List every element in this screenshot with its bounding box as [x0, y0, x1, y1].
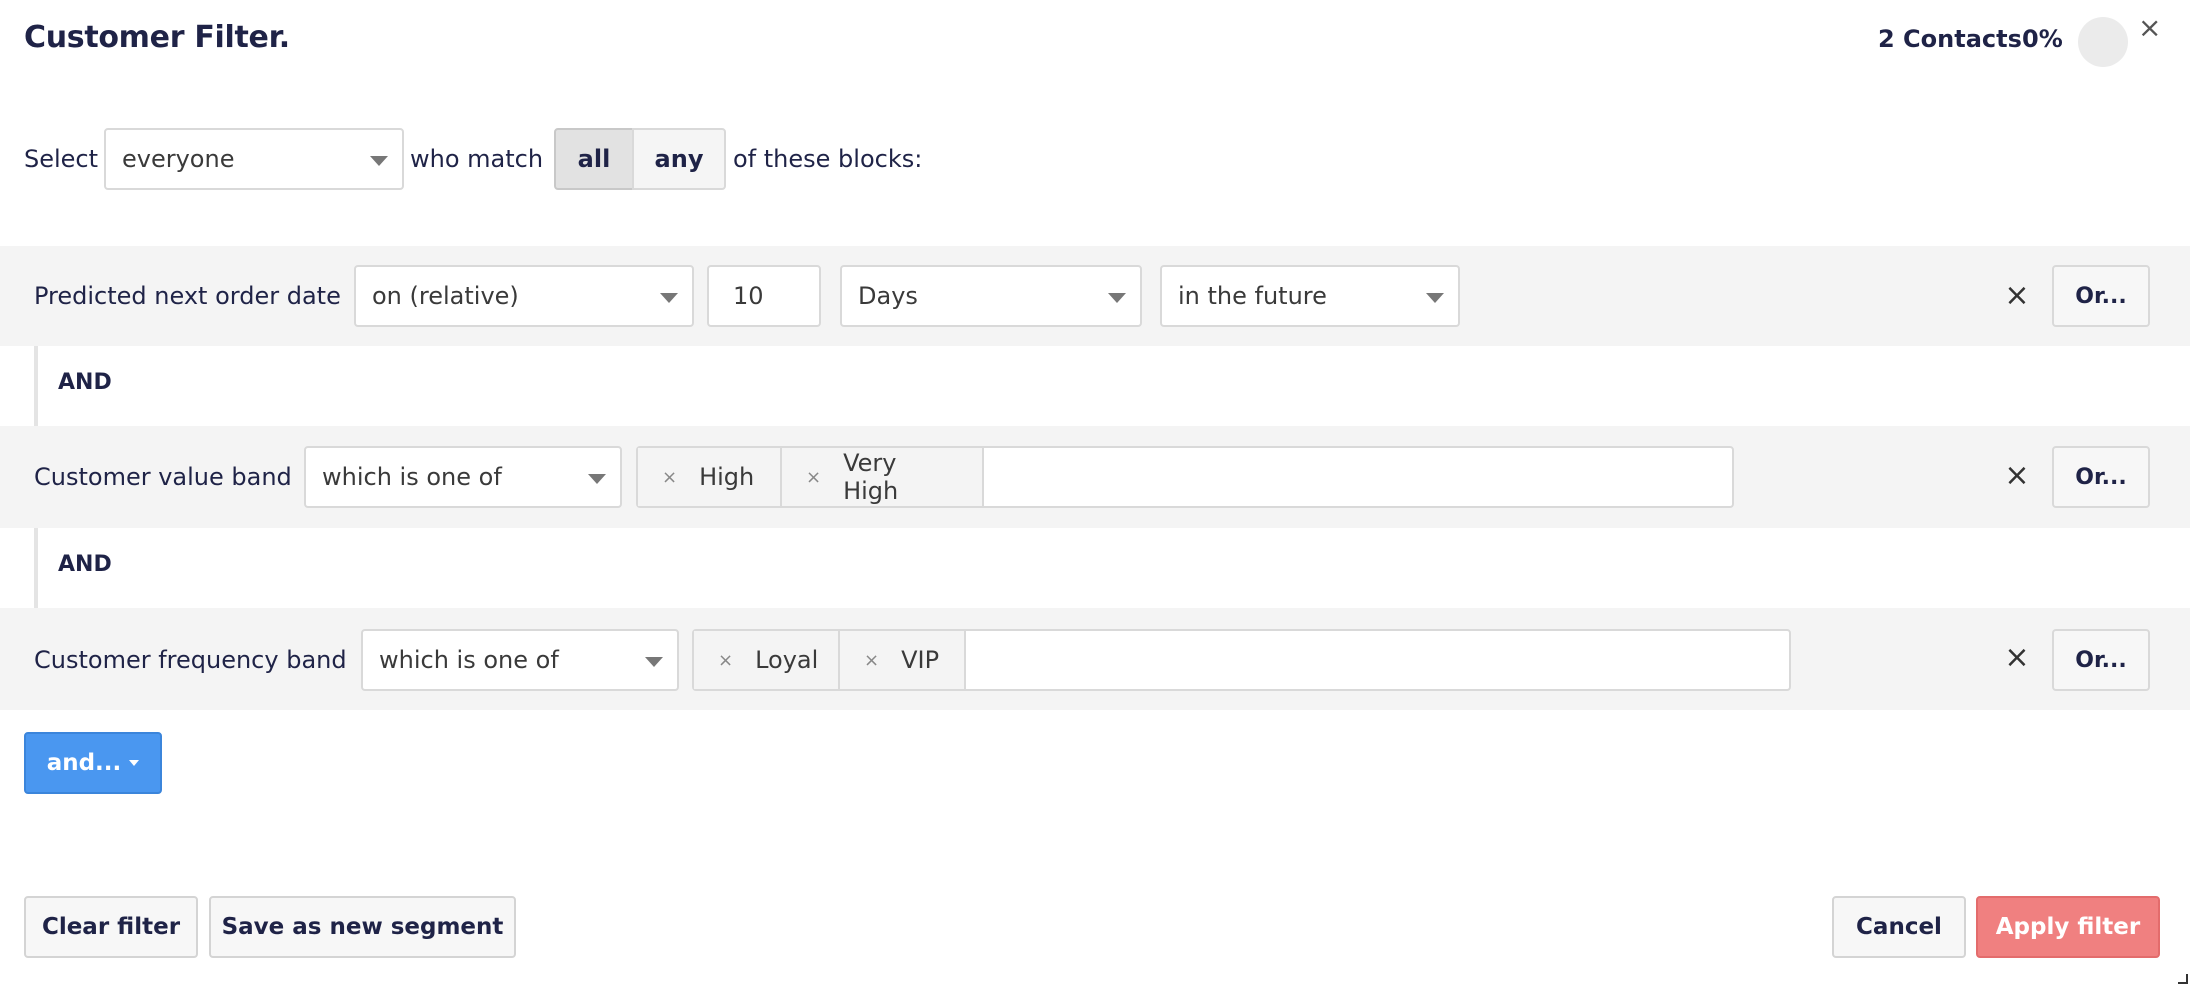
clear-filter-button[interactable]: Clear filter	[24, 896, 198, 958]
and-label: AND	[58, 370, 112, 395]
match-any-toggle[interactable]: any	[632, 128, 726, 190]
dialog-title: Customer Filter.	[24, 20, 290, 55]
unit-dropdown[interactable]: Days	[840, 265, 1142, 327]
operator-value: on (relative)	[372, 282, 519, 310]
and-separator: AND	[34, 528, 2190, 608]
blocks-suffix-label: of these blocks:	[733, 145, 923, 173]
or-button[interactable]: Or...	[2052, 265, 2150, 327]
apply-filter-button[interactable]: Apply filter	[1976, 896, 2160, 958]
operator-dropdown[interactable]: which is one of	[304, 446, 622, 508]
tag-input[interactable]: × Loyal × VIP	[692, 629, 1791, 691]
close-icon[interactable]: ×	[2138, 14, 2161, 42]
caret-down-icon	[129, 760, 140, 766]
tag-chip: × VIP	[840, 631, 966, 689]
chevron-down-icon	[370, 156, 388, 166]
tag-label: Very High	[843, 449, 899, 505]
remove-tag-icon[interactable]: ×	[662, 467, 677, 488]
contacts-count: 2 Contacts	[1878, 25, 2022, 53]
chevron-down-icon	[660, 293, 678, 303]
tag-label: VIP	[901, 646, 940, 674]
match-percent: 0%	[2022, 25, 2063, 53]
add-block-label: and...	[46, 750, 122, 776]
tag-input[interactable]: × High × Very High	[636, 446, 1734, 508]
block-label: Customer frequency band	[34, 646, 347, 674]
audience-dropdown[interactable]: everyone	[104, 128, 404, 190]
match-all-toggle[interactable]: all	[554, 128, 634, 190]
add-block-button[interactable]: and...	[24, 732, 162, 794]
tag-label: Loyal	[755, 646, 819, 674]
or-button[interactable]: Or...	[2052, 629, 2150, 691]
tag-chip: × High	[638, 448, 782, 506]
who-match-label: who match	[410, 145, 544, 173]
remove-block-icon[interactable]: ×	[2004, 278, 2030, 313]
cancel-button[interactable]: Cancel	[1832, 896, 1966, 958]
filter-block-value-band: Customer value band which is one of × Hi…	[0, 426, 2190, 528]
chevron-down-icon	[1108, 293, 1126, 303]
remove-tag-icon[interactable]: ×	[806, 467, 821, 488]
audience-value: everyone	[122, 145, 235, 173]
or-button[interactable]: Or...	[2052, 446, 2150, 508]
direction-dropdown[interactable]: in the future	[1160, 265, 1460, 327]
block-label: Customer value band	[34, 463, 292, 491]
operator-value: which is one of	[322, 463, 502, 491]
chevron-down-icon	[1426, 293, 1444, 303]
filter-block-frequency-band: Customer frequency band which is one of …	[0, 608, 2190, 710]
chevron-down-icon	[645, 657, 663, 667]
operator-dropdown[interactable]: on (relative)	[354, 265, 694, 327]
and-label: AND	[58, 552, 112, 577]
tag-label: High	[699, 463, 755, 491]
operator-dropdown[interactable]: which is one of	[361, 629, 679, 691]
remove-block-icon[interactable]: ×	[2004, 640, 2030, 675]
select-row: Select	[24, 128, 98, 190]
remove-tag-icon[interactable]: ×	[864, 650, 879, 671]
loading-indicator	[2078, 17, 2128, 67]
select-label: Select	[24, 145, 99, 173]
block-label: Predicted next order date	[34, 282, 341, 310]
blocks-suffix-row: of these blocks:	[733, 128, 922, 190]
who-match-row: who match	[410, 128, 543, 190]
chevron-down-icon	[588, 474, 606, 484]
direction-value: in the future	[1178, 282, 1327, 310]
tag-chip: × Very High	[782, 448, 984, 506]
amount-input[interactable]: 10	[707, 265, 821, 327]
save-segment-button[interactable]: Save as new segment	[209, 896, 516, 958]
tag-chip: × Loyal	[694, 631, 840, 689]
filter-block-order-date: Predicted next order date on (relative) …	[0, 246, 2190, 346]
remove-tag-icon[interactable]: ×	[718, 650, 733, 671]
and-separator: AND	[34, 346, 2190, 426]
resize-handle[interactable]	[2178, 974, 2188, 984]
unit-value: Days	[858, 282, 918, 310]
operator-value: which is one of	[379, 646, 559, 674]
remove-block-icon[interactable]: ×	[2004, 458, 2030, 493]
